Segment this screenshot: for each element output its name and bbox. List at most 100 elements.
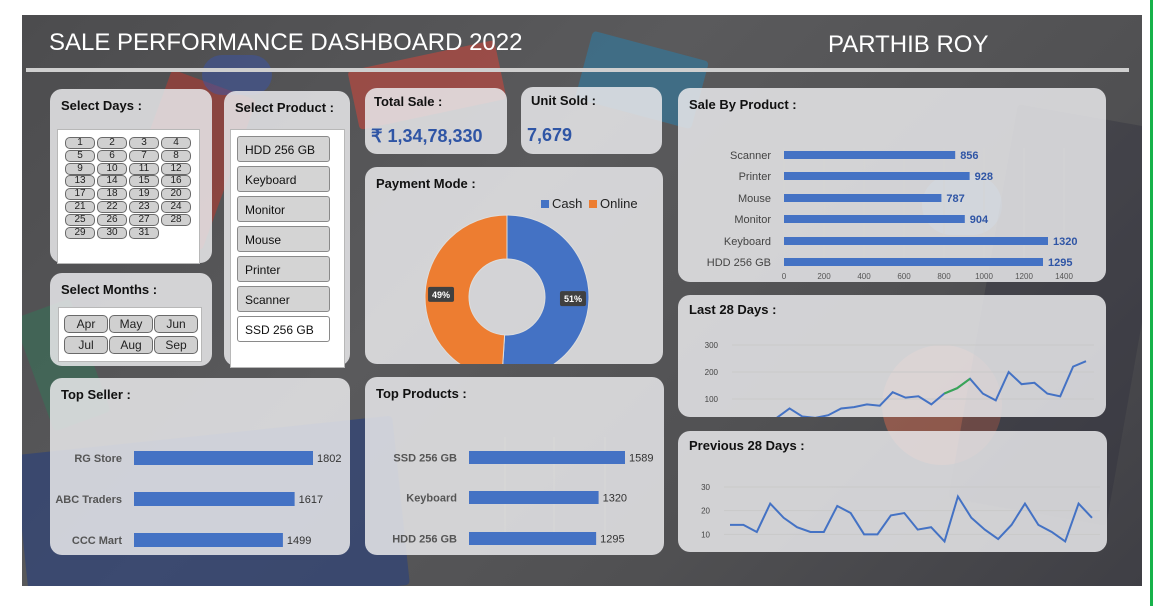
data-label: 1589 <box>629 453 653 465</box>
bar <box>134 533 283 547</box>
month-button[interactable]: Aug <box>109 336 153 354</box>
day-button[interactable]: 27 <box>129 213 159 226</box>
bar <box>784 151 956 159</box>
day-button[interactable]: 20 <box>161 188 191 201</box>
x-tick-label: 200 <box>817 272 831 281</box>
x-tick-label: 0 <box>782 272 787 281</box>
sale-by-product-card: Sale By Product : 0 200 400 600 800 1000 1200 1… <box>678 88 1106 282</box>
product-button[interactable]: Printer <box>237 256 330 282</box>
day-button[interactable]: 3 <box>129 137 159 149</box>
unit-sold-value: 7,679 <box>527 125 573 145</box>
month-button[interactable]: Jul <box>64 336 108 354</box>
day-button[interactable]: 2 <box>97 137 127 149</box>
months-list: Apr May Jun Jul Aug Sep <box>58 307 202 362</box>
data-label: 1617 <box>299 494 323 506</box>
top-seller-card: Top Seller : RG Store 1802 ABC Traders 1617… <box>50 378 350 555</box>
legend-entry: Cash <box>552 196 582 211</box>
day-button[interactable]: 4 <box>161 137 191 149</box>
legend-swatch <box>541 200 549 208</box>
category-label: HDD 256 GB <box>392 534 457 546</box>
unit-sold-card: Unit Sold : 7,679 <box>521 87 662 154</box>
top-seller-chart: RG Store 1802 ABC Traders 1617 CCC Mart 1499 <box>55 451 341 547</box>
day-button[interactable]: 29 <box>65 226 95 239</box>
top-products-chart: SSD 256 GB 1589 Keyboard 1320 HDD 256 GB 1295 <box>392 437 664 546</box>
day-button[interactable]: 11 <box>129 162 159 175</box>
y-tick-label: 30 <box>701 483 710 492</box>
category-label: HDD 256 GB <box>707 257 771 269</box>
top-products-card: Top Products : SSD 256 GB 1589 Keyboard 132… <box>365 377 664 555</box>
day-button[interactable]: 7 <box>129 149 159 162</box>
month-button[interactable]: May <box>109 315 153 333</box>
bar <box>469 532 597 545</box>
day-button[interactable]: 24 <box>161 201 191 213</box>
data-label: 1802 <box>317 453 341 465</box>
data-label: 1320 <box>1053 236 1077 248</box>
category-label: ABC Traders <box>55 494 122 506</box>
day-button[interactable]: 6 <box>97 149 127 162</box>
total-sale-value: ₹ 1,34,78,330 <box>371 126 483 146</box>
day-button[interactable]: 26 <box>97 213 127 226</box>
day-button[interactable]: 15 <box>129 175 159 188</box>
data-label: 787 <box>946 193 964 205</box>
data-label: 1295 <box>600 534 624 546</box>
day-button[interactable]: 1 <box>65 137 95 149</box>
bar <box>784 194 942 202</box>
day-button[interactable]: 14 <box>97 175 127 188</box>
bar <box>134 451 313 465</box>
day-button[interactable]: 30 <box>97 226 127 239</box>
x-tick-label: 600 <box>897 272 911 281</box>
day-button[interactable]: 22 <box>97 201 127 213</box>
x-tick-label: 800 <box>937 272 951 281</box>
day-button[interactable]: 12 <box>161 162 191 175</box>
product-button[interactable]: Monitor <box>237 196 330 222</box>
data-label: 928 <box>975 171 993 183</box>
day-button[interactable]: 21 <box>65 201 95 213</box>
total-sale-title: Total Sale : <box>374 94 443 109</box>
bar <box>469 491 599 504</box>
category-label: Keyboard <box>724 236 771 248</box>
bar <box>784 237 1048 245</box>
month-button[interactable]: Sep <box>154 336 198 354</box>
product-button[interactable]: Scanner <box>237 286 330 312</box>
x-tick-label: 400 <box>857 272 871 281</box>
author-name: PARTHIB ROY <box>828 31 989 58</box>
day-button[interactable]: 16 <box>161 175 191 188</box>
payment-mode-card: Payment Mode : 51% 49% Cash Online <box>365 167 663 364</box>
x-tick-label: 1200 <box>1015 272 1033 281</box>
category-label: Printer <box>739 171 772 183</box>
bar <box>784 172 970 180</box>
day-button[interactable]: 5 <box>65 149 95 162</box>
day-button[interactable]: 25 <box>65 213 95 226</box>
header-divider <box>26 68 1129 72</box>
day-button[interactable]: 13 <box>65 175 95 188</box>
dashboard-canvas: SALE PERFORMANCE DASHBOARD 2022 PARTHIB … <box>22 15 1142 586</box>
day-button[interactable]: 17 <box>65 188 95 201</box>
day-button[interactable]: 31 <box>129 226 159 239</box>
series-line-highlight <box>943 377 971 395</box>
product-list: HDD 256 GB Keyboard Monitor Mouse Printer Sca… <box>230 129 345 368</box>
days-list: 1 2 3 4 5 6 7 8 9 10 11 12 13 14 15 16 17 18 19 20 21 22 23 24 2… <box>57 129 200 264</box>
sale-by-product-chart: 0 200 400 600 800 1000 1200 1400 Scanner 856 Print… <box>707 148 1077 281</box>
category-label: SSD 256 GB <box>393 453 457 465</box>
product-button[interactable]: SSD 256 GB <box>237 316 330 342</box>
day-button[interactable]: 28 <box>161 213 191 226</box>
month-button[interactable]: Apr <box>64 315 108 333</box>
day-button[interactable]: 8 <box>161 149 191 162</box>
x-tick-label: 1000 <box>975 272 993 281</box>
day-button[interactable]: 10 <box>97 162 127 175</box>
day-button[interactable]: 9 <box>65 162 95 175</box>
month-button[interactable]: Jun <box>154 315 198 333</box>
last-28-days-chart: 0100200300 <box>705 341 1094 417</box>
select-days-slicer: Select Days : 1 2 3 4 5 6 7 8 9 10 11 12 13 14 15 16 17 1… <box>50 89 212 264</box>
product-button[interactable]: HDD 256 GB <box>237 136 330 162</box>
product-button[interactable]: Mouse <box>237 226 330 252</box>
category-label: Keyboard <box>406 493 457 505</box>
category-label: CCC Mart <box>72 535 122 547</box>
y-tick-label: 200 <box>705 368 719 377</box>
day-button[interactable]: 18 <box>97 188 127 201</box>
day-button[interactable]: 19 <box>129 188 159 201</box>
product-button[interactable]: Keyboard <box>237 166 330 192</box>
data-label: 1499 <box>287 535 311 547</box>
bar <box>784 258 1043 266</box>
day-button[interactable]: 23 <box>129 201 159 213</box>
